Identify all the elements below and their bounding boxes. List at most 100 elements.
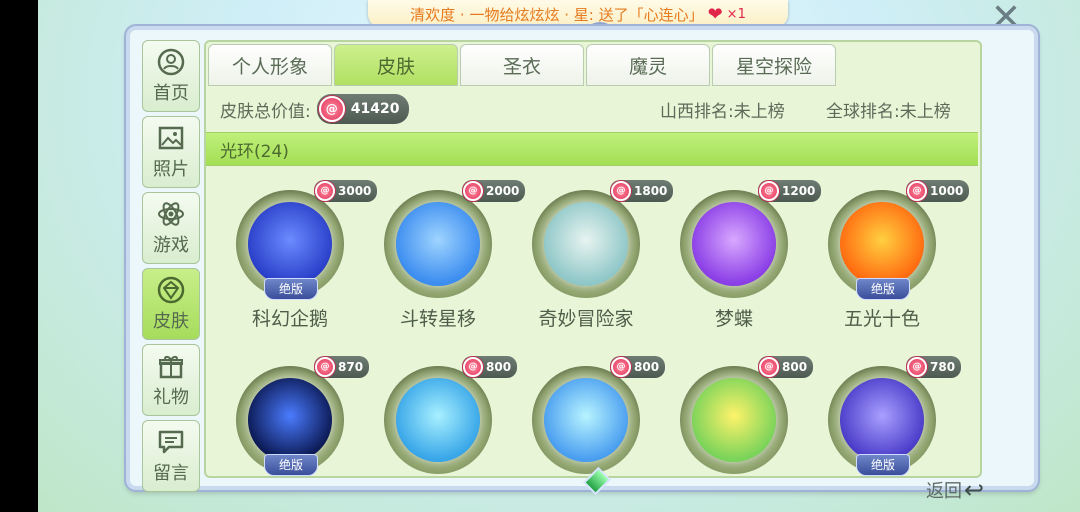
skin-item[interactable]: @1200 梦蝶 (668, 180, 822, 350)
price-tag: @800 (758, 356, 814, 378)
tab-holy-armor[interactable]: 圣衣 (460, 44, 584, 86)
skin-item[interactable]: @800 (372, 356, 518, 476)
halo-orb-icon (692, 202, 776, 286)
halo-orb-icon (248, 202, 332, 286)
skin-item[interactable]: @2000 斗转星移 (372, 180, 526, 350)
tab-spirit[interactable]: 魔灵 (586, 44, 710, 86)
skin-item[interactable]: @780 绝版 (816, 356, 962, 476)
category-label: 光环(24) (220, 141, 289, 162)
price-tag: @870 (314, 356, 370, 378)
total-value: 41420 (350, 101, 400, 117)
home-icon (156, 47, 186, 77)
summary-row: 皮肤总价值: @ 41420 山西排名:未上榜 全球排名:未上榜 (220, 92, 960, 126)
sidebar-item-photos[interactable]: 照片 (142, 116, 200, 188)
tab-star-exploration[interactable]: 星空探险 (712, 44, 836, 86)
total-value-pill: @ 41420 (316, 94, 410, 124)
skin-name: 梦蝶 (714, 308, 753, 330)
back-button[interactable]: 返回 ↩ (926, 476, 984, 504)
candy-currency-icon: @ (907, 357, 927, 377)
skin-item[interactable]: @1000 绝版五光十色 (816, 180, 970, 350)
photo-icon (156, 123, 186, 153)
sidebar-item-messages[interactable]: 留言 (142, 420, 200, 492)
limited-badge: 绝版 (856, 454, 910, 476)
sidebar-label: 游戏 (153, 235, 189, 256)
price-value: 800 (782, 360, 808, 374)
skin-name: 斗转星移 (399, 308, 476, 330)
limited-badge: 绝版 (264, 278, 318, 300)
sidebar-label: 留言 (153, 463, 189, 484)
price-value: 3000 (338, 184, 372, 198)
candy-currency-icon: @ (907, 181, 927, 201)
halo-orb-icon (692, 378, 776, 462)
skin-name: 科幻企鹅 (251, 308, 328, 330)
tab-skins[interactable]: 皮肤 (334, 44, 458, 86)
skin-item[interactable]: @870 绝版 (224, 356, 370, 476)
limited-badge: 绝版 (856, 278, 910, 300)
price-tag: @1200 (758, 180, 822, 202)
skin-item[interactable]: @800 (668, 356, 814, 476)
price-value: 800 (634, 360, 660, 374)
game-screen: 清欢度 · 一物给炫炫炫 · 星: 送了「心连心」 ❤ ×1 ✕ 首页 照片 游… (38, 0, 1080, 512)
price-value: 1800 (634, 184, 668, 198)
halo-orb-icon (396, 202, 480, 286)
gift-count: ×1 (726, 6, 746, 22)
halo-orb-icon (248, 378, 332, 462)
price-tag: @1000 (906, 180, 970, 202)
price-value: 780 (930, 360, 956, 374)
diamond-icon (156, 275, 186, 305)
price-value: 800 (486, 360, 512, 374)
price-value: 870 (338, 360, 364, 374)
candy-currency-icon: @ (315, 357, 335, 377)
halo-orb-icon (544, 378, 628, 462)
sidebar-label: 照片 (153, 159, 189, 180)
total-value-label: 皮肤总价值: (220, 101, 311, 122)
sidebar-item-games[interactable]: 游戏 (142, 192, 200, 264)
halo-orb-icon (840, 378, 924, 462)
gift-icon (156, 351, 186, 381)
local-rank: 山西排名:未上榜 (660, 101, 785, 122)
halo-orb-icon (396, 378, 480, 462)
profile-panel: 首页 照片 游戏 皮肤 礼物 留言 个人形象 皮肤 圣衣 魔灵 星空探险 皮肤总… (126, 26, 1038, 492)
sidebar-label: 首页 (153, 83, 189, 104)
sidebar-item-home[interactable]: 首页 (142, 40, 200, 112)
broadcast-ticker: 清欢度 · 一物给炫炫炫 · 星: 送了「心连心」 ❤ ×1 (368, 0, 788, 28)
price-tag: @780 (906, 356, 962, 378)
skin-item[interactable]: @800 (520, 356, 666, 476)
atom-icon (156, 199, 186, 229)
halo-orb-icon (544, 202, 628, 286)
price-tag: @3000 (314, 180, 378, 202)
global-rank: 全球排名:未上榜 (826, 101, 951, 122)
price-tag: @800 (610, 356, 666, 378)
skin-item[interactable]: @3000 绝版科幻企鹅 (224, 180, 378, 350)
price-value: 1000 (930, 184, 964, 198)
price-value: 1200 (782, 184, 816, 198)
heart-gift-icon: ❤ (707, 3, 723, 25)
limited-badge: 绝版 (264, 454, 318, 476)
candy-currency-icon: @ (315, 181, 335, 201)
halo-orb-icon (840, 202, 924, 286)
sidebar-item-gifts[interactable]: 礼物 (142, 344, 200, 416)
message-icon (156, 427, 186, 457)
tab-bar: 个人形象 皮肤 圣衣 魔灵 星空探险 (208, 44, 838, 86)
skins-content: 个人形象 皮肤 圣衣 魔灵 星空探险 皮肤总价值: @ 41420 山西排名:未… (204, 40, 982, 478)
skin-item[interactable]: @1800 奇妙冒险家 (520, 180, 674, 350)
ticker-text: 清欢度 · 一物给炫炫炫 · 星: 送了「心连心」 (410, 5, 704, 24)
candy-currency-icon: @ (318, 96, 345, 122)
skin-name: 五光十色 (843, 308, 920, 330)
category-header[interactable]: 光环(24) (206, 132, 978, 166)
candy-currency-icon: @ (759, 357, 779, 377)
price-value: 2000 (486, 184, 520, 198)
sidebar-label: 礼物 (153, 387, 189, 408)
price-tag: @1800 (610, 180, 674, 202)
candy-currency-icon: @ (463, 357, 483, 377)
candy-currency-icon: @ (463, 181, 483, 201)
sidebar-label: 皮肤 (153, 311, 189, 332)
candy-currency-icon: @ (759, 181, 779, 201)
skin-name: 奇妙冒险家 (538, 308, 634, 330)
price-tag: @800 (462, 356, 518, 378)
back-arrow-icon: ↩ (964, 476, 985, 504)
sidebar-item-skins[interactable]: 皮肤 (142, 268, 200, 340)
tab-avatar[interactable]: 个人形象 (208, 44, 332, 86)
back-label: 返回 (926, 481, 962, 502)
candy-currency-icon: @ (611, 357, 631, 377)
